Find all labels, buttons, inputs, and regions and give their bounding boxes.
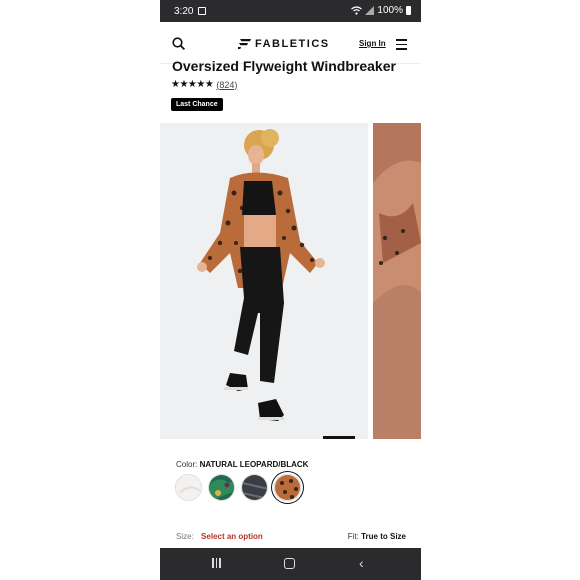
- fit-label: Fit:: [347, 532, 359, 541]
- star-rating-icon: ★★★★★: [171, 79, 214, 90]
- recents-icon[interactable]: [212, 558, 222, 568]
- status-right: 100%: [351, 5, 411, 16]
- last-chance-badge: Last Chance: [171, 98, 223, 111]
- brand-name: FABLETICS: [255, 38, 330, 50]
- product-image-next[interactable]: [373, 123, 421, 439]
- status-time: 3:20: [174, 6, 194, 17]
- product-image-main[interactable]: [160, 123, 368, 439]
- status-bar: 3:20 100%: [160, 0, 421, 22]
- color-label-text: Color:: [176, 460, 198, 469]
- back-icon[interactable]: ‹: [359, 555, 364, 571]
- android-nav-bar: ‹: [160, 548, 421, 580]
- fabric-closeup-photo: [373, 123, 421, 439]
- size-fit-row: Size: Select an option Fit: True to Size: [176, 532, 406, 541]
- swatch-charcoal-print[interactable]: [241, 474, 268, 501]
- search-icon[interactable]: [172, 37, 185, 50]
- carousel-indicator: [323, 436, 355, 439]
- size-label: Size:: [176, 532, 194, 541]
- product-image-carousel[interactable]: [160, 123, 421, 439]
- swatch-leopard[interactable]: [274, 474, 301, 501]
- product-title: Oversized Flyweight Windbreaker: [172, 58, 396, 74]
- size-select[interactable]: Select an option: [201, 532, 263, 541]
- battery-percent: 100%: [377, 5, 403, 16]
- product-rating[interactable]: ★★★★★ (824): [171, 79, 237, 90]
- wifi-icon: [351, 6, 363, 15]
- selected-color-name: NATURAL LEOPARD/BLACK: [199, 460, 309, 469]
- signal-icon: [365, 6, 375, 15]
- swatch-white[interactable]: [175, 474, 202, 501]
- sign-in-link[interactable]: Sign In: [359, 39, 386, 48]
- phone-screen: 3:20 100% FABLETICS Sign In Oversized Fl…: [160, 0, 421, 580]
- fabletics-logo-icon: [238, 39, 251, 49]
- menu-icon[interactable]: [396, 39, 407, 53]
- home-icon[interactable]: [284, 558, 295, 569]
- fit-info: Fit: True to Size: [348, 532, 406, 541]
- swatch-green-print[interactable]: [208, 474, 235, 501]
- model-photo: [160, 123, 368, 439]
- gallery-notification-icon: [198, 7, 206, 15]
- fit-value: True to Size: [361, 532, 406, 541]
- battery-icon: [406, 6, 411, 15]
- color-swatches: [175, 474, 301, 501]
- brand-logo[interactable]: FABLETICS: [238, 38, 330, 50]
- color-label: Color: NATURAL LEOPARD/BLACK: [176, 460, 308, 469]
- review-count-link[interactable]: (824): [216, 80, 237, 90]
